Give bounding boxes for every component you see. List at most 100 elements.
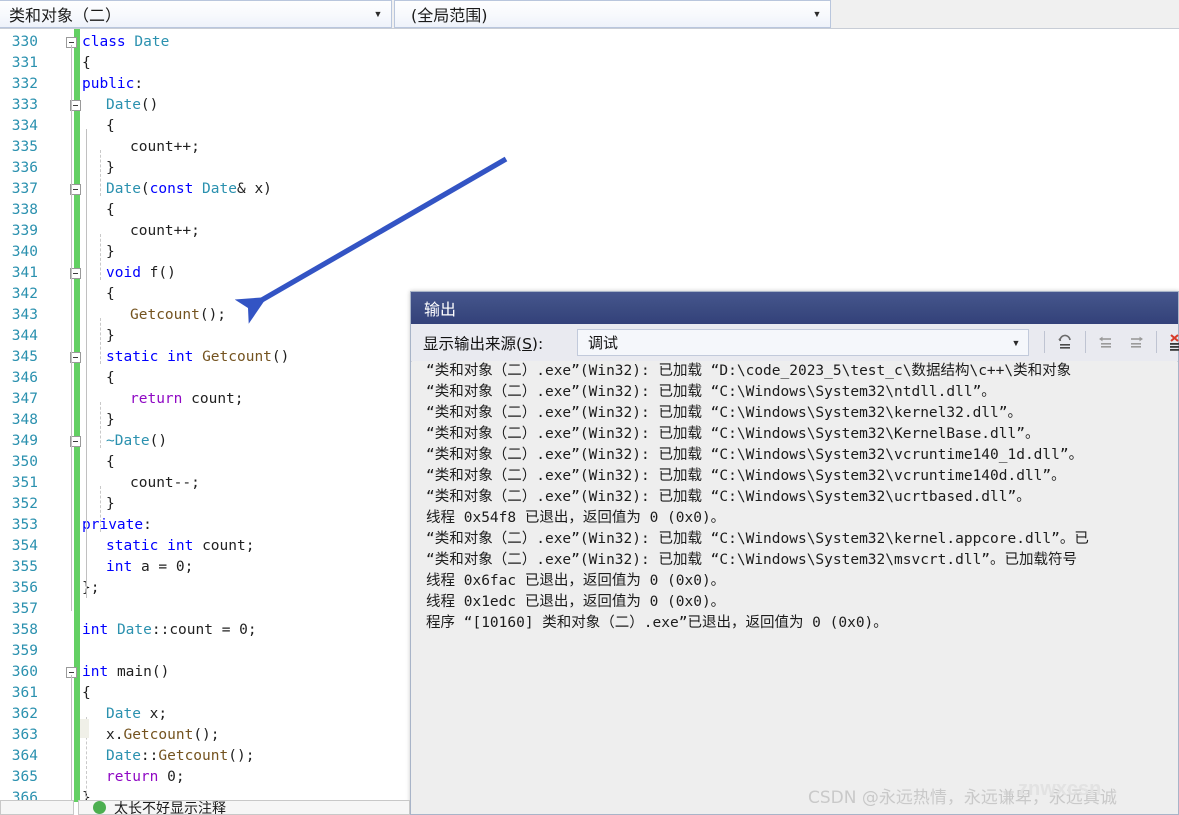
chevron-down-icon[interactable]: ▼ <box>1004 338 1028 348</box>
line-number: 341 <box>11 265 38 281</box>
output-toolbar[interactable]: 显示输出来源(S): 调试 ▼ <box>411 324 1179 362</box>
line-number: 355 <box>11 559 38 575</box>
go-to-next-message-icon[interactable] <box>1121 328 1151 356</box>
code-line[interactable]: public: <box>82 74 143 95</box>
toolbar-separator <box>1085 331 1086 353</box>
line-number: 345 <box>11 349 38 365</box>
code-line[interactable]: { <box>106 452 115 473</box>
output-source-value: 调试 <box>588 334 619 352</box>
code-line[interactable]: count--; <box>130 473 200 494</box>
code-line[interactable]: { <box>106 284 115 305</box>
line-number: 361 <box>11 685 38 701</box>
structure-guide-line <box>100 318 101 364</box>
code-line[interactable]: void f() <box>106 263 176 284</box>
code-line[interactable]: int a = 0; <box>106 557 193 578</box>
output-window-titlebar[interactable]: 输出 <box>411 292 1178 324</box>
jump-to-next-message-icon[interactable] <box>1050 328 1080 356</box>
code-line[interactable]: int Date::count = 0; <box>82 620 257 641</box>
code-line[interactable]: static int Getcount() <box>106 347 289 368</box>
code-line[interactable]: return count; <box>130 389 244 410</box>
code-line[interactable]: return 0; <box>106 767 185 788</box>
code-line[interactable]: } <box>106 158 115 179</box>
go-to-previous-message-icon[interactable] <box>1091 328 1121 356</box>
structure-guide-line <box>86 129 87 217</box>
code-line[interactable]: Getcount(); <box>130 305 226 326</box>
line-number: 337 <box>11 181 38 197</box>
code-line[interactable]: ~Date() <box>106 431 167 452</box>
code-line[interactable]: Date() <box>106 95 158 116</box>
output-line: “类和对象（二）.exe”(Win32): 已加载 “C:\Windows\Sy… <box>426 489 1031 505</box>
line-number: 356 <box>11 580 38 596</box>
line-number: 351 <box>11 475 38 491</box>
structure-guide-line <box>86 213 87 301</box>
code-line[interactable]: } <box>106 242 115 263</box>
structure-guide-line <box>86 381 87 469</box>
code-line[interactable]: } <box>106 410 115 431</box>
structure-guide-line <box>100 486 101 532</box>
line-number: 350 <box>11 454 38 470</box>
structure-guide-line <box>100 402 101 448</box>
output-line: “类和对象（二）.exe”(Win32): 已加载 “C:\Windows\Sy… <box>426 447 1084 463</box>
chevron-down-icon[interactable]: ▼ <box>804 1 830 27</box>
line-number: 342 <box>11 286 38 302</box>
code-line[interactable]: class Date <box>82 32 169 53</box>
structure-guide-line <box>71 45 72 611</box>
output-line: “类和对象（二）.exe”(Win32): 已加载 “D:\code_2023_… <box>426 363 1072 379</box>
code-line[interactable]: } <box>106 494 115 515</box>
line-number: 334 <box>11 118 38 134</box>
line-number: 349 <box>11 433 38 449</box>
completion-tooltip[interactable]: 太长不好显示注释 <box>78 800 410 815</box>
line-number: 346 <box>11 370 38 386</box>
code-line[interactable]: count++; <box>130 137 200 158</box>
output-line: “类和对象（二）.exe”(Win32): 已加载 “C:\Windows\Sy… <box>426 384 996 400</box>
line-number: 348 <box>11 412 38 428</box>
code-line[interactable]: }; <box>82 578 99 599</box>
code-line[interactable]: int main() <box>82 662 169 683</box>
output-line: “类和对象（二）.exe”(Win32): 已加载 “C:\Windows\Sy… <box>426 405 1022 421</box>
line-number: 360 <box>11 664 38 680</box>
code-line[interactable]: { <box>82 53 91 74</box>
output-line: “类和对象（二）.exe”(Win32): 已加载 “C:\Windows\Sy… <box>426 552 1078 568</box>
navigation-bar-filler <box>831 0 1179 29</box>
output-window-title: 输出 <box>424 300 457 319</box>
line-number: 363 <box>11 727 38 743</box>
code-line[interactable]: } <box>106 326 115 347</box>
output-text-area[interactable]: “类和对象（二）.exe”(Win32): 已加载 “D:\code_2023_… <box>412 361 1177 813</box>
code-line[interactable]: x.Getcount(); <box>106 725 220 746</box>
code-line[interactable]: Date(const Date& x) <box>106 179 272 200</box>
line-number: 331 <box>11 55 38 71</box>
line-number: 343 <box>11 307 38 323</box>
line-number: 332 <box>11 76 38 92</box>
code-line[interactable]: { <box>82 683 91 704</box>
line-number: 340 <box>11 244 38 260</box>
line-number: 362 <box>11 706 38 722</box>
completion-list-sliver[interactable] <box>0 800 74 815</box>
clear-all-icon[interactable] <box>1162 328 1179 356</box>
code-line[interactable]: { <box>106 116 115 137</box>
code-line[interactable]: { <box>106 200 115 221</box>
chevron-down-icon[interactable]: ▼ <box>365 1 391 27</box>
line-number: 336 <box>11 160 38 176</box>
class-scope-dropdown[interactable]: 类和对象（二） ▼ <box>0 0 392 28</box>
line-number: 330 <box>11 34 38 50</box>
completion-tooltip-text: 太长不好显示注释 <box>114 800 226 815</box>
code-line[interactable]: { <box>106 368 115 389</box>
code-line[interactable]: static int count; <box>106 536 254 557</box>
code-line[interactable]: Date x; <box>106 704 167 725</box>
code-line[interactable]: Date::Getcount(); <box>106 746 254 767</box>
current-line-marker <box>80 719 89 738</box>
structure-guide-line <box>86 297 87 385</box>
line-number: 358 <box>11 622 38 638</box>
output-line: “类和对象（二）.exe”(Win32): 已加载 “C:\Windows\Sy… <box>426 426 1040 442</box>
structure-guide-line <box>100 234 101 280</box>
output-line: “类和对象（二）.exe”(Win32): 已加载 “C:\Windows\Sy… <box>426 531 1089 547</box>
code-line[interactable]: count++; <box>130 221 200 242</box>
output-source-dropdown[interactable]: 调试 ▼ <box>577 329 1029 356</box>
function-scope-dropdown[interactable]: (全局范围) ▼ <box>394 0 831 28</box>
line-number: 364 <box>11 748 38 764</box>
member-green-circle-icon <box>93 801 106 814</box>
output-line: 线程 0x1edc 已退出，返回值为 0 (0x0)。 <box>426 594 726 610</box>
change-tracking-bar <box>74 29 80 802</box>
output-tool-window[interactable]: 输出 显示输出来源(S): 调试 ▼ “类和对象（二）.exe”(Win32):… <box>410 291 1179 815</box>
code-line[interactable]: private: <box>82 515 152 536</box>
